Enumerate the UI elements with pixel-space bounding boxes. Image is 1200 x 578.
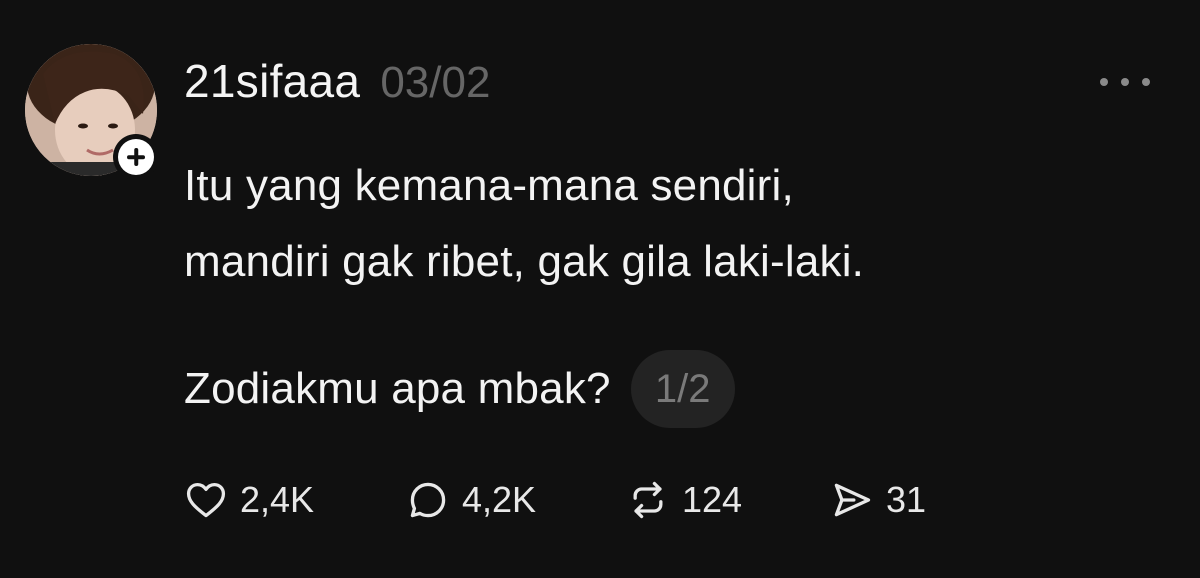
repost-button[interactable]: 124 bbox=[626, 474, 742, 526]
post-text-line: Itu yang kemana-mana sendiri, bbox=[184, 161, 794, 210]
like-button[interactable]: 2,4K bbox=[184, 474, 314, 526]
post-text-line: Zodiakmu apa mbak? bbox=[184, 364, 611, 413]
post-text-last-row: Zodiakmu apa mbak? 1/2 bbox=[184, 350, 735, 428]
reply-count: 4,2K bbox=[462, 479, 537, 520]
repost-count: 124 bbox=[682, 479, 743, 520]
timestamp[interactable]: 03/02 bbox=[380, 58, 490, 108]
more-horizontal-icon bbox=[1100, 78, 1108, 86]
share-button[interactable]: 31 bbox=[830, 474, 926, 526]
reply-button[interactable]: 4,2K bbox=[406, 474, 536, 526]
more-options-button[interactable] bbox=[1100, 70, 1150, 94]
like-count: 2,4K bbox=[240, 479, 315, 520]
post-card: 21sifaaa 03/02 Itu yang kemana-mana send… bbox=[0, 0, 1200, 578]
heart-icon bbox=[186, 482, 226, 518]
share-count: 31 bbox=[886, 479, 927, 520]
post-text: Itu yang kemana-mana sendiri, mandiri ga… bbox=[184, 148, 1144, 300]
comment-icon bbox=[410, 482, 446, 518]
username[interactable]: 21sifaaa bbox=[184, 54, 360, 108]
avatar-container bbox=[25, 44, 159, 180]
send-icon bbox=[834, 483, 871, 517]
repost-icon bbox=[633, 481, 663, 519]
post-header: 21sifaaa 03/02 bbox=[184, 54, 490, 108]
page-indicator[interactable]: 1/2 bbox=[630, 350, 735, 428]
post-text-line: mandiri gak ribet, gak gila laki-laki. bbox=[184, 237, 865, 286]
plus-icon bbox=[118, 139, 154, 175]
follow-button[interactable] bbox=[113, 134, 159, 180]
